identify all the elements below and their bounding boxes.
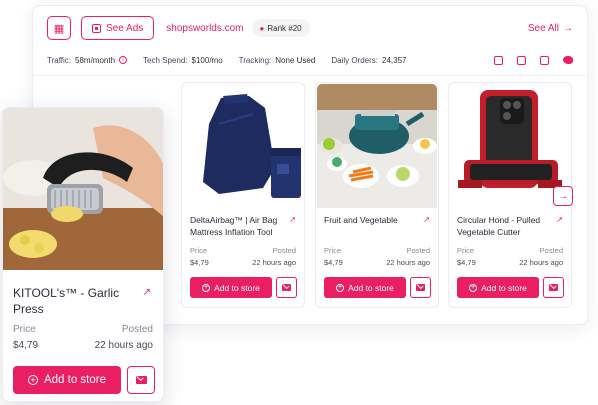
social-links (494, 55, 573, 65)
posted-value: 22 hours ago (94, 340, 153, 351)
external-link-icon[interactable]: ↗ (289, 215, 296, 224)
mail-icon (549, 284, 558, 291)
mail-icon (416, 284, 425, 291)
traffic-label: Traffic: (47, 55, 72, 65)
see-all-label: See All (527, 22, 559, 34)
carousel-next-button[interactable]: → (553, 186, 573, 206)
plus-circle-icon: + (202, 283, 211, 292)
external-link-icon[interactable]: ↗ (423, 215, 430, 224)
flame-icon: ● (259, 23, 265, 33)
add-to-store-label: Add to store (481, 282, 527, 293)
price-value: $4,79 (457, 258, 476, 267)
daily-orders-label: Daily Orders: (331, 55, 378, 65)
price-value: $4,79 (190, 258, 209, 267)
email-button[interactable] (410, 277, 431, 298)
product-image-garlic-press[interactable] (3, 108, 163, 270)
see-ads-button[interactable]: See Ads (81, 16, 155, 40)
store-icon: ▦ (53, 22, 65, 35)
price-label: Price (457, 246, 475, 255)
featured-product-card[interactable]: KITOOL's™ - Garlic Press ↗ Price Posted … (2, 107, 164, 402)
tech-spend-value: $100/mo (191, 55, 223, 65)
posted-value: 22 hours ago (519, 258, 563, 267)
rank-badge: ● Rank #20 (251, 19, 310, 37)
plus-circle-icon: + (336, 283, 345, 292)
product-title: Circular Hond - Pulled Vegetable Cutter (457, 215, 541, 237)
traffic-value: 58m/month (75, 55, 116, 65)
price-posted-values: $4,79 22 hours ago (457, 258, 563, 267)
product-card[interactable]: Fruit and Vegetable ↗ Price Posted $4,79… (315, 82, 439, 308)
ads-icon (92, 23, 101, 33)
posted-label: Posted (539, 246, 563, 255)
daily-orders-stat: Daily Orders: 24,357 (331, 56, 406, 65)
price-value: $4,79 (13, 340, 39, 351)
info-icon[interactable]: i (119, 56, 128, 64)
posted-label: Posted (406, 246, 430, 255)
price-posted-labels: Price Posted (457, 246, 563, 255)
plus-circle-icon: + (469, 283, 478, 292)
product-card[interactable]: DeltaAirbag™ | Air Bag Mattress Inflatio… (181, 82, 305, 308)
add-to-store-label: Add to store (348, 282, 394, 293)
featured-product-title: KITOOL's™ - Garlic Press (13, 286, 120, 316)
posted-value: 22 hours ago (252, 258, 296, 267)
store-header: ▦ See Ads shopsworlds.com ● Rank #20 See… (47, 16, 573, 40)
price-label: Price (190, 246, 208, 255)
product-title: DeltaAirbag™ | Air Bag Mattress Inflatio… (190, 215, 278, 237)
product-title: Fruit and Vegetable (324, 215, 398, 225)
product-image-fruit-vegetable[interactable] (317, 84, 437, 208)
add-to-store-label: Add to store (43, 374, 106, 386)
price-label: Price (324, 246, 342, 255)
plus-circle-icon: + (27, 375, 38, 385)
price-posted-values: $4,79 22 hours ago (190, 258, 296, 267)
mail-icon (282, 284, 291, 291)
external-link-icon[interactable]: ↗ (556, 215, 563, 224)
header-divider (33, 75, 587, 76)
mail-icon (135, 376, 147, 384)
add-to-store-button[interactable]: + Add to store (457, 277, 539, 298)
daily-orders-value: 24,357 (382, 55, 407, 65)
add-to-store-label: Add to store (214, 282, 260, 293)
price-label: Price (13, 324, 36, 335)
rank-label: Rank #20 (267, 23, 302, 33)
store-icon-button[interactable]: ▦ (47, 16, 71, 40)
instagram-icon[interactable] (517, 55, 526, 65)
price-posted-labels: Price Posted (190, 246, 296, 255)
arrow-right-icon: → (563, 22, 573, 34)
traffic-stat: Traffic: 58m/month i (47, 55, 128, 65)
tech-spend-stat: Tech Spend: $100/mo (143, 56, 223, 65)
posted-value: 22 hours ago (386, 258, 430, 267)
see-ads-label: See Ads (106, 22, 144, 34)
external-link-icon[interactable]: ↗ (143, 287, 151, 298)
email-button[interactable] (276, 277, 297, 298)
price-posted-values: $4,79 22 hours ago (13, 340, 153, 351)
add-to-store-button[interactable]: + Add to store (13, 366, 121, 394)
email-button[interactable] (543, 277, 564, 298)
tracking-label: Tracking: (238, 55, 272, 65)
tech-spend-label: Tech Spend: (143, 55, 188, 65)
tracking-value: None Used (275, 55, 316, 65)
twitter-icon[interactable] (563, 55, 573, 64)
price-posted-labels: Price Posted (324, 246, 430, 255)
price-value: $4,79 (324, 258, 343, 267)
facebook-icon[interactable] (540, 55, 549, 65)
store-domain-link[interactable]: shopsworlds.com (166, 23, 243, 34)
arrow-right-icon: → (558, 190, 568, 202)
store-stats: Traffic: 58m/month i Tech Spend: $100/mo… (47, 52, 573, 68)
price-posted-values: $4,79 22 hours ago (324, 258, 430, 267)
youtube-icon[interactable] (494, 55, 503, 65)
add-to-store-button[interactable]: + Add to store (324, 277, 406, 298)
price-posted-labels: Price Posted (13, 324, 153, 335)
add-to-store-button[interactable]: + Add to store (190, 277, 272, 298)
posted-label: Posted (272, 246, 296, 255)
product-image-air-bag[interactable] (183, 84, 303, 208)
product-image-phone-case[interactable] (450, 84, 570, 208)
email-button[interactable] (127, 366, 155, 394)
posted-label: Posted (121, 324, 153, 335)
tracking-stat: Tracking: None Used (239, 56, 316, 65)
see-all-link[interactable]: See All → (528, 23, 573, 34)
